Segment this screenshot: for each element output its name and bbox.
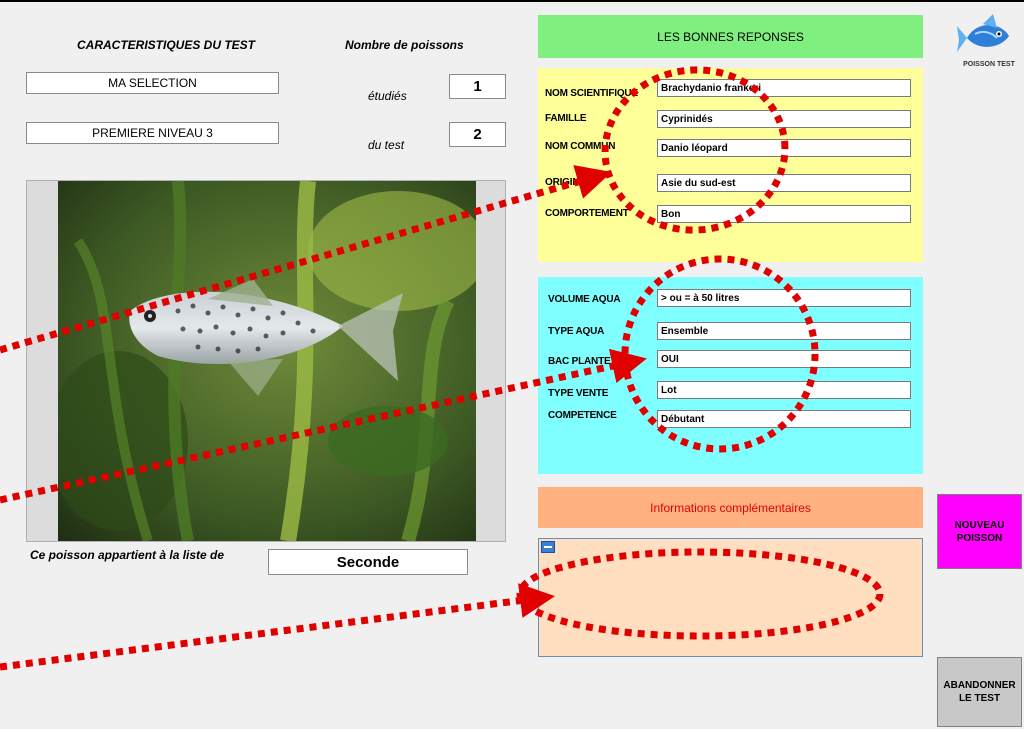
new-fish-button[interactable]: NOUVEAU POISSON xyxy=(937,494,1022,569)
app-logo: POISSON TEST xyxy=(957,12,1017,72)
field-value-scientific-name: Brachydanio frankeri xyxy=(657,79,911,97)
info-header: Informations complémentaires xyxy=(538,487,923,528)
collapse-icon[interactable] xyxy=(541,541,555,553)
field-value-aquarium-volume: > ou = à 50 litres xyxy=(657,289,911,307)
field-label-skill-level: COMPETENCE xyxy=(548,410,617,421)
level-field: PREMIERE NIVEAU 3 xyxy=(26,122,279,144)
field-value-skill-level: Débutant xyxy=(657,410,911,428)
field-label-common-name: NOM COMMUN xyxy=(545,141,616,152)
field-label-origin: ORIGINE xyxy=(545,177,586,188)
studied-count: 1 xyxy=(449,74,506,99)
field-label-sale-type: TYPE VENTE xyxy=(548,388,609,399)
list-label: Ce poisson appartient à la liste de xyxy=(30,548,225,562)
field-label-family: FAMILLE xyxy=(545,113,587,124)
characteristics-title: CARACTERISTIQUES DU TEST xyxy=(77,38,256,52)
app-logo-text: POISSON TEST xyxy=(963,61,1015,68)
fish-count-title: Nombre de poissons xyxy=(345,38,464,52)
field-label-behavior: COMPORTEMENT xyxy=(545,208,629,219)
field-label-aquarium-type: TYPE AQUA xyxy=(548,326,605,337)
selection-field: MA SELECTION xyxy=(26,72,279,94)
abandon-test-button[interactable]: ABANDONNER LE TEST xyxy=(937,657,1022,727)
field-value-planted-tank: OUI xyxy=(657,350,911,368)
field-value-common-name: Danio léopard xyxy=(657,139,911,157)
test-label: du test xyxy=(368,138,405,152)
field-label-scientific-name: NOM SCIENTIFIQUE xyxy=(545,88,638,99)
answers-header: LES BONNES REPONSES xyxy=(538,15,923,58)
field-value-behavior: Bon xyxy=(657,205,911,223)
field-label-planted-tank: BAC PLANTE xyxy=(548,356,611,367)
info-textarea[interactable] xyxy=(538,538,923,657)
field-value-family: Cyprinidés xyxy=(657,110,911,128)
list-value-field: Seconde xyxy=(268,549,468,575)
field-value-aquarium-type: Ensemble xyxy=(657,322,911,340)
studied-label: étudiés xyxy=(368,89,407,103)
fish-photo xyxy=(58,181,476,541)
field-value-origin: Asie du sud-est xyxy=(657,174,911,192)
test-count: 2 xyxy=(449,122,506,147)
fish-logo-icon xyxy=(957,14,1009,52)
photo-frame xyxy=(26,180,506,542)
annotation-arrow-info xyxy=(0,583,555,671)
field-label-aquarium-volume: VOLUME AQUA xyxy=(548,294,621,305)
field-value-sale-type: Lot xyxy=(657,381,911,399)
